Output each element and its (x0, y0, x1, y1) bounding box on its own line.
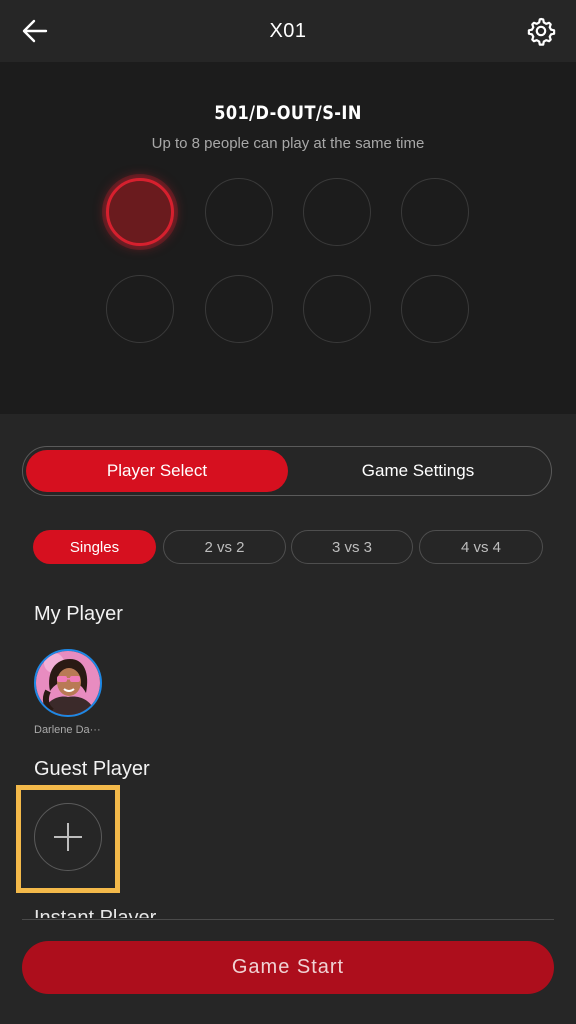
player-slots-panel: 501/D-OUT/S-IN Up to 8 people can play a… (0, 62, 576, 414)
game-mode-title: 501/D-OUT/S-IN (214, 102, 362, 124)
back-button[interactable] (20, 16, 50, 46)
plus-icon (54, 823, 82, 851)
chip-3vs3[interactable]: 3 vs 3 (291, 530, 413, 564)
gear-icon (527, 17, 556, 46)
player-slot-4[interactable] (401, 178, 469, 246)
instant-player-title: Instant Player (34, 907, 157, 918)
chip-2vs2[interactable]: 2 vs 2 (163, 530, 286, 564)
chip-singles[interactable]: Singles (33, 530, 156, 564)
game-start-button[interactable]: Game Start (22, 941, 554, 994)
settings-button[interactable] (526, 16, 556, 46)
game-mode-subtitle: Up to 8 people can play at the same time (151, 135, 425, 152)
my-player-title: My Player (34, 603, 123, 625)
player-photo (36, 651, 100, 715)
player-slot-1[interactable] (106, 178, 174, 246)
guest-player-title: Guest Player (34, 758, 150, 780)
divider (22, 919, 554, 920)
page-title: X01 (269, 19, 307, 42)
player-name: Darlene Da··· (34, 724, 101, 736)
top-bar: X01 (0, 0, 576, 62)
tab-player-select[interactable]: Player Select (26, 450, 288, 492)
player-slot-6[interactable] (205, 275, 273, 343)
player-settings-toggle: Player Select Game Settings (22, 446, 552, 496)
player-slot-7[interactable] (303, 275, 371, 343)
chip-4vs4[interactable]: 4 vs 4 (419, 530, 543, 564)
avatar[interactable] (34, 649, 102, 717)
add-guest-button[interactable] (34, 803, 102, 871)
player-slot-8[interactable] (401, 275, 469, 343)
tab-game-settings[interactable]: Game Settings (287, 450, 549, 492)
arrow-left-icon (22, 19, 48, 43)
player-slot-2[interactable] (205, 178, 273, 246)
player-slot-3[interactable] (303, 178, 371, 246)
player-slot-5[interactable] (106, 275, 174, 343)
